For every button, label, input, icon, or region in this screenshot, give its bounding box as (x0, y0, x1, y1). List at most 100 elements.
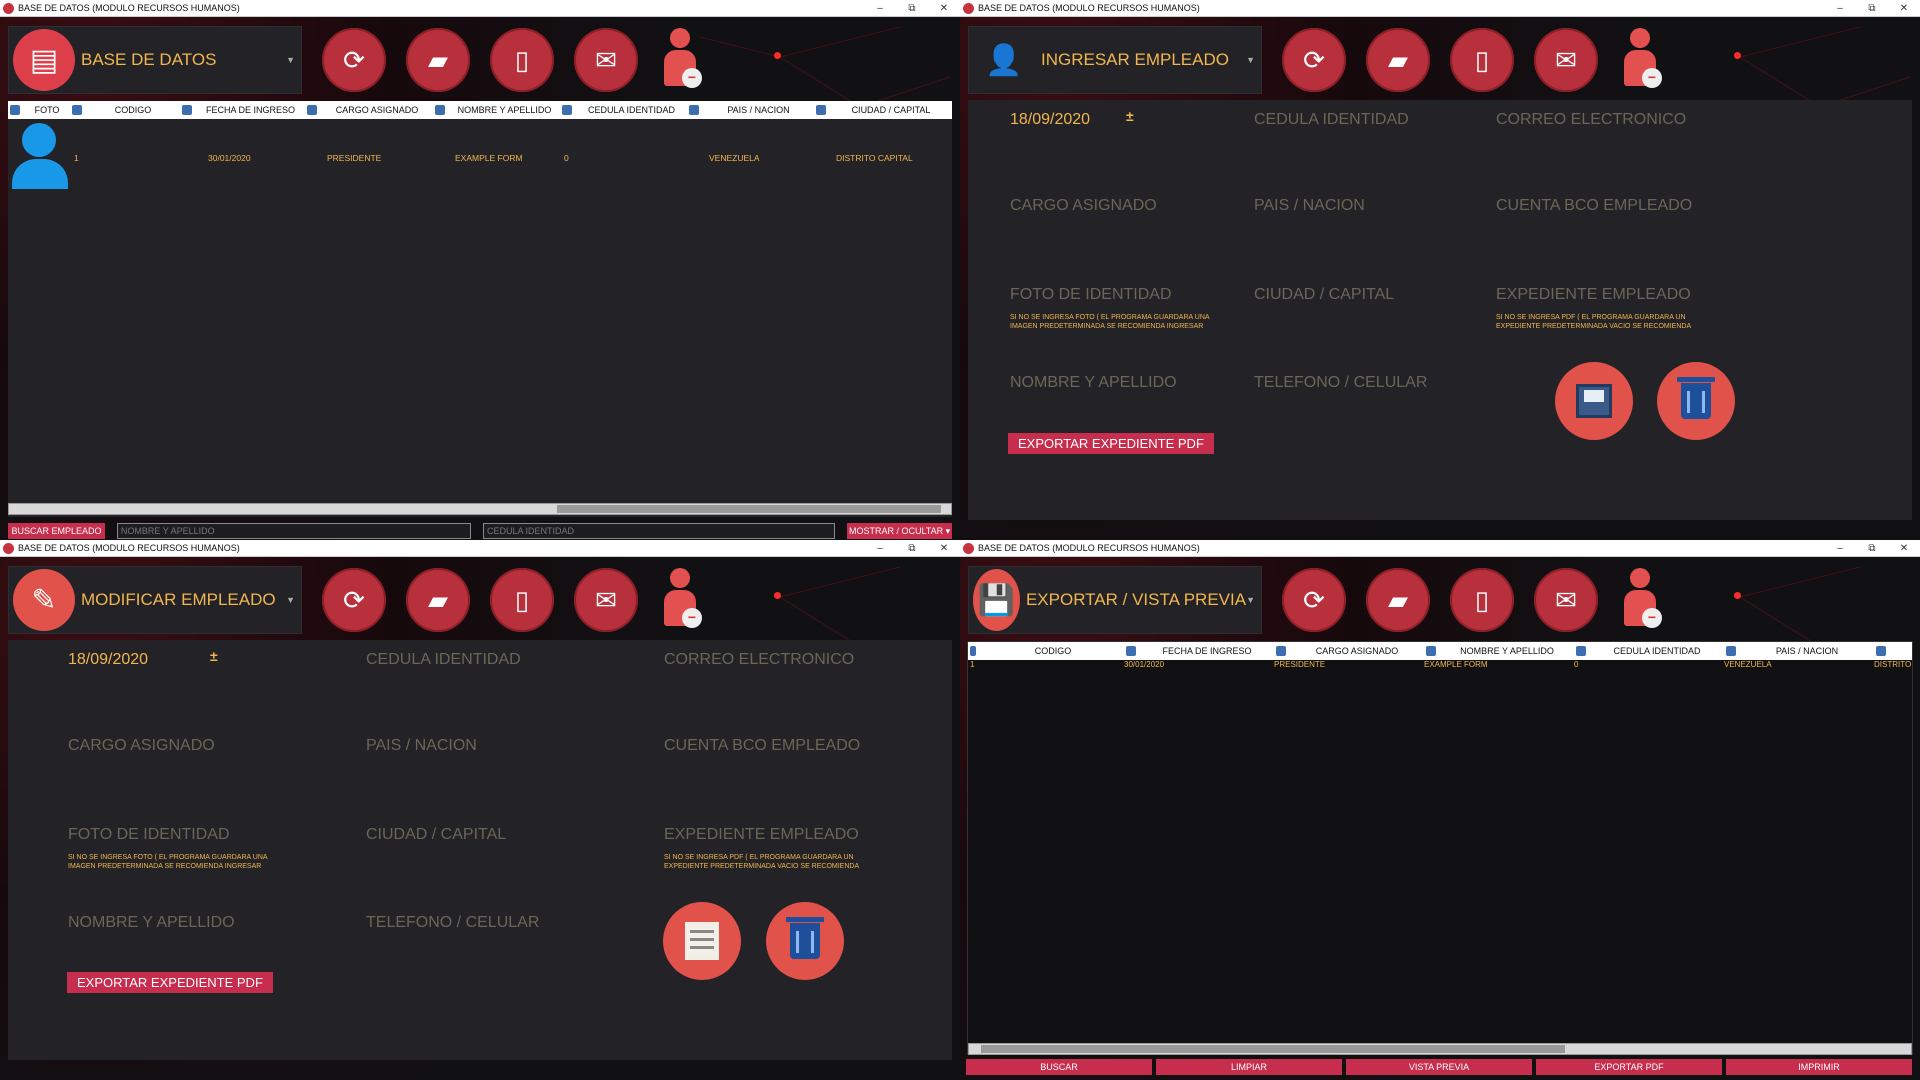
column-header[interactable]: PAIS / NACION (687, 101, 814, 119)
close-button[interactable]: ✕ (928, 543, 960, 554)
pais-label[interactable]: PAIS / NACION (366, 737, 477, 755)
show-hide-button[interactable]: MOSTRAR / OCULTAR ▾ (847, 523, 952, 539)
document-button[interactable]: ▯ (490, 28, 554, 92)
correo-label[interactable]: CORREO ELECTRONICO (664, 651, 854, 669)
export-pdf-button[interactable]: EXPORTAR EXPEDIENTE PDF (1008, 433, 1214, 454)
date-stepper[interactable]: ± (1126, 108, 1134, 124)
ciudad-label[interactable]: CIUDAD / CAPITAL (1254, 286, 1394, 304)
refresh-button[interactable]: ⟳ (1282, 28, 1346, 92)
column-header[interactable]: FECHA DE INGRESO (180, 101, 305, 119)
document-button[interactable]: ▯ (1450, 28, 1514, 92)
name-search-input[interactable]: NOMBRE Y APELLIDO (116, 523, 472, 539)
scrollbar-thumb[interactable] (981, 1045, 1565, 1053)
imprimir-button[interactable]: IMPRIMIR (1726, 1059, 1912, 1075)
refresh-button[interactable]: ⟳ (322, 568, 386, 632)
mail-form-icon: ✉ (1555, 584, 1577, 615)
column-header[interactable]: CODIGO (70, 101, 180, 119)
cuenta-label[interactable]: CUENTA BCO EMPLEADO (664, 737, 860, 755)
module-selector[interactable]: 👤 INGRESAR EMPLEADO ▼ (968, 26, 1262, 94)
foto-label[interactable]: FOTO DE IDENTIDAD (1010, 286, 1172, 304)
mail-form-button[interactable]: ✉ (1534, 568, 1598, 632)
table-row[interactable]: 1 30/01/2020 PRESIDENTE EXAMPLE FORM 0 V… (8, 121, 952, 191)
column-header[interactable]: PAIS / NACION (1724, 642, 1874, 660)
delete-button[interactable] (766, 902, 844, 980)
date-field[interactable]: 18/09/2020 (68, 651, 148, 669)
column-header[interactable]: CARGO ASIGNADO (305, 101, 433, 119)
minimize-button[interactable]: – (1824, 3, 1856, 14)
minimize-button[interactable]: – (864, 543, 896, 554)
telefono-label[interactable]: TELEFONO / CELULAR (1254, 374, 1427, 392)
cargo-label[interactable]: CARGO ASIGNADO (68, 737, 215, 755)
mail-form-button[interactable]: ✉ (1534, 28, 1598, 92)
module-selector[interactable]: ✎ MODIFICAR EMPLEADO ▼ (8, 566, 302, 634)
edit-button[interactable] (663, 902, 741, 980)
pais-label[interactable]: PAIS / NACION (1254, 197, 1365, 215)
vista-previa-button[interactable]: VISTA PREVIA (1346, 1059, 1532, 1075)
cedula-label[interactable]: CEDULA IDENTIDAD (1254, 111, 1409, 129)
remove-user-button[interactable]: − (660, 28, 704, 96)
minimize-button[interactable]: – (864, 3, 896, 14)
ciudad-label[interactable]: CIUDAD / CAPITAL (366, 826, 506, 844)
correo-label[interactable]: CORREO ELECTRONICO (1496, 111, 1686, 129)
close-button[interactable]: ✕ (1888, 3, 1920, 14)
mail-form-button[interactable]: ✉ (574, 28, 638, 92)
export-pdf-button[interactable]: EXPORTAR EXPEDIENTE PDF (67, 972, 273, 993)
column-header[interactable]: CEDULA IDENTIDAD (1574, 642, 1724, 660)
horizontal-scrollbar[interactable] (968, 1043, 1912, 1055)
refresh-button[interactable]: ⟳ (322, 28, 386, 92)
column-header[interactable]: CIUDAD / CAPITAL (814, 101, 952, 119)
expediente-label[interactable]: EXPEDIENTE EMPLEADO (1496, 286, 1691, 304)
limpiar-button[interactable]: LIMPIAR (1156, 1059, 1342, 1075)
foto-label[interactable]: FOTO DE IDENTIDAD (68, 826, 230, 844)
date-field[interactable]: 18/09/2020 (1010, 111, 1090, 129)
save-button[interactable] (1555, 362, 1633, 440)
table-row[interactable]: 1 30/01/2020 PRESIDENTE EXAMPLE FORM 0 V… (968, 660, 1912, 672)
exportar-pdf-button[interactable]: EXPORTAR PDF (1536, 1059, 1722, 1075)
folder-button[interactable]: ▰ (406, 568, 470, 632)
buscar-button[interactable]: BUSCAR (966, 1059, 1152, 1075)
column-header[interactable]: NOMBRE Y APELLIDO (1424, 642, 1574, 660)
mail-form-button[interactable]: ✉ (574, 568, 638, 632)
document-button[interactable]: ▯ (1450, 568, 1514, 632)
column-header[interactable]: CODIGO (980, 642, 1124, 660)
refresh-icon: ⟳ (1303, 584, 1325, 615)
cargo-label[interactable]: CARGO ASIGNADO (1010, 197, 1157, 215)
nombre-label[interactable]: NOMBRE Y APELLIDO (68, 914, 235, 932)
floppy-disk-icon: 💾 (973, 569, 1020, 631)
folder-button[interactable]: ▰ (1366, 28, 1430, 92)
close-button[interactable]: ✕ (928, 3, 960, 14)
telefono-label[interactable]: TELEFONO / CELULAR (366, 914, 539, 932)
module-selector[interactable]: 💾 EXPORTAR / VISTA PREVIA ▼ (968, 566, 1262, 634)
document-button[interactable]: ▯ (490, 568, 554, 632)
folder-button[interactable]: ▰ (406, 28, 470, 92)
column-header[interactable]: CARGO ASIGNADO (1274, 642, 1424, 660)
restore-button[interactable]: ⧉ (1856, 3, 1888, 14)
folder-button[interactable]: ▰ (1366, 568, 1430, 632)
cedula-label[interactable]: CEDULA IDENTIDAD (366, 651, 521, 669)
restore-button[interactable]: ⧉ (896, 543, 928, 554)
remove-user-button[interactable]: − (660, 568, 704, 636)
date-stepper[interactable]: ± (210, 648, 218, 664)
close-button[interactable]: ✕ (1888, 543, 1920, 554)
column-header[interactable] (968, 642, 980, 660)
search-employee-button[interactable]: BUSCAR EMPLEADO (8, 523, 105, 539)
delete-button[interactable] (1657, 362, 1735, 440)
column-header[interactable] (1874, 642, 1912, 660)
refresh-button[interactable]: ⟳ (1282, 568, 1346, 632)
column-header[interactable]: NOMBRE Y APELLIDO (433, 101, 560, 119)
remove-user-button[interactable]: − (1620, 28, 1664, 96)
nombre-label[interactable]: NOMBRE Y APELLIDO (1010, 374, 1177, 392)
horizontal-scrollbar[interactable] (8, 503, 952, 515)
minimize-button[interactable]: – (1824, 543, 1856, 554)
column-header[interactable]: FECHA DE INGRESO (1124, 642, 1274, 660)
restore-button[interactable]: ⧉ (896, 3, 928, 14)
module-selector[interactable]: ▤ BASE DE DATOS ▼ (8, 26, 302, 94)
column-header[interactable]: CEDULA IDENTIDAD (560, 101, 687, 119)
cuenta-label[interactable]: CUENTA BCO EMPLEADO (1496, 197, 1692, 215)
scrollbar-thumb[interactable] (557, 505, 941, 513)
cedula-search-input[interactable]: CEDULA IDENTIDAD (483, 523, 836, 539)
remove-user-button[interactable]: − (1620, 568, 1664, 636)
expediente-label[interactable]: EXPEDIENTE EMPLEADO (664, 826, 859, 844)
column-header[interactable]: FOTO (8, 101, 70, 119)
restore-button[interactable]: ⧉ (1856, 543, 1888, 554)
